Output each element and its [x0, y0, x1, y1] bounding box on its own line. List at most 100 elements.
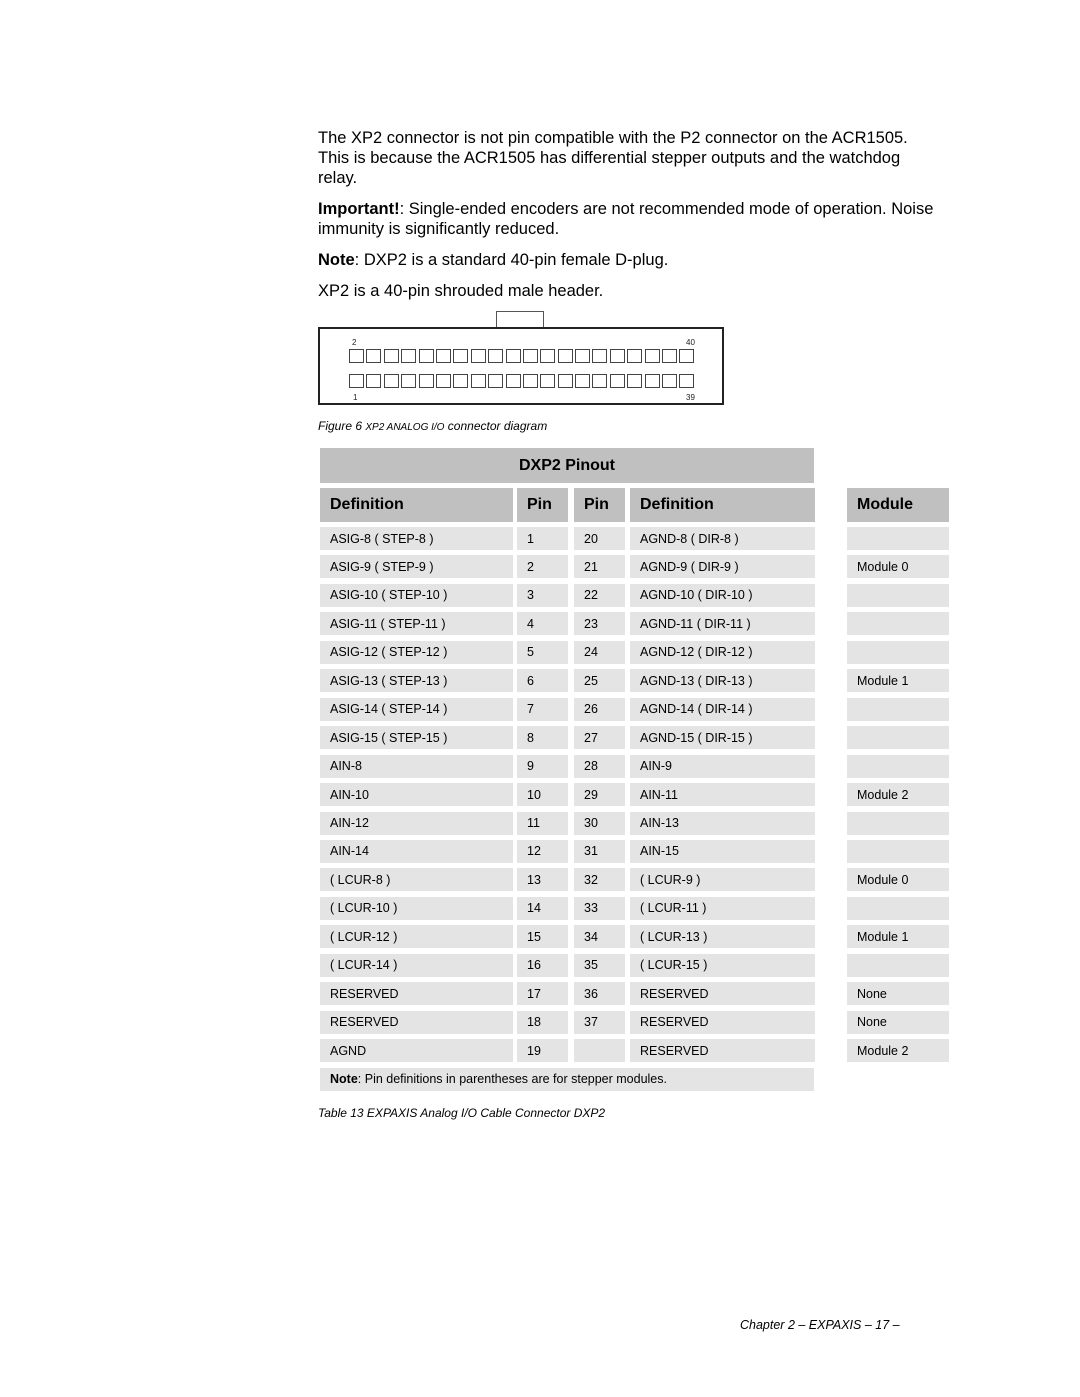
cell-pin-right: 33: [574, 896, 625, 920]
cell-module: Module 2: [847, 1039, 949, 1063]
connector-pin: [401, 349, 417, 363]
pin-row-odd: [349, 374, 695, 389]
paragraph-compatibility: The XP2 connector is not pin compatible …: [318, 129, 908, 187]
cell-definition-right: AGND-10 ( DIR-10 ): [630, 583, 815, 607]
cell-definition-right: RESERVED: [630, 1039, 815, 1063]
cell-module: [847, 839, 949, 863]
table-caption: Table 13 EXPAXIS Analog I/O Cable Connec…: [318, 1106, 606, 1120]
cell-pin-left: 18: [517, 1010, 568, 1034]
connector-pin: [383, 349, 399, 363]
connector-pin: [349, 349, 364, 363]
cell-pin-left: 1: [517, 527, 568, 550]
cell-definition-left: AIN-14: [320, 839, 513, 863]
connector-pin: [470, 349, 486, 363]
paragraph-header: XP2 is a 40-pin shrouded male header.: [318, 282, 604, 300]
cell-module: [847, 811, 949, 835]
pin-label-top-left: 2: [352, 338, 357, 347]
connector-pin: [505, 374, 521, 388]
cell-pin-left: 17: [517, 982, 568, 1006]
cell-definition-right: AGND-8 ( DIR-8 ): [630, 527, 815, 550]
cell-pin-left: 15: [517, 925, 568, 949]
header-definition-left: Definition: [320, 488, 513, 522]
pin-label-bottom-right: 39: [686, 393, 695, 402]
cell-module: Module 1: [847, 925, 949, 949]
cell-pin-right: 24: [574, 640, 625, 664]
cell-pin-right: 35: [574, 953, 625, 977]
cell-module: [847, 726, 949, 750]
cell-pin-left: 2: [517, 555, 568, 579]
connector-pin: [488, 349, 504, 363]
cell-module: Module 0: [847, 555, 949, 579]
cell-module: [847, 754, 949, 778]
connector-diagram: 2 40 1 39: [318, 327, 724, 405]
cell-pin-right: 37: [574, 1010, 625, 1034]
connector-pin: [575, 374, 591, 388]
important-text: : Single-ended encoders are not recommen…: [318, 200, 934, 238]
cell-definition-left: ASIG-9 ( STEP-9 ): [320, 555, 513, 579]
cell-module: [847, 697, 949, 721]
connector-pin: [418, 374, 434, 388]
note-label: Note: [318, 251, 355, 269]
cell-definition-right: AIN-9: [630, 754, 815, 778]
cell-definition-left: ASIG-14 ( STEP-14 ): [320, 697, 513, 721]
connector-pin: [366, 349, 382, 363]
connector-pin: [349, 374, 364, 388]
cell-definition-left: ASIG-8 ( STEP-8 ): [320, 527, 513, 550]
connector-pin: [644, 349, 660, 363]
cell-definition-left: ASIG-10 ( STEP-10 ): [320, 583, 513, 607]
cell-pin-right: 20: [574, 527, 625, 550]
cell-definition-left: AGND: [320, 1039, 513, 1063]
cell-definition-right: RESERVED: [630, 1010, 815, 1034]
connector-pin: [453, 374, 469, 388]
cell-module: [847, 896, 949, 920]
connector-pin: [470, 374, 486, 388]
connector-pin: [592, 349, 608, 363]
cell-definition-left: ( LCUR-8 ): [320, 868, 513, 892]
cell-pin-left: 6: [517, 669, 568, 693]
connector-pin: [592, 374, 608, 388]
cell-module: [847, 583, 949, 607]
connector-pin: [383, 374, 399, 388]
cell-definition-left: RESERVED: [320, 982, 513, 1006]
connector-pin: [366, 374, 382, 388]
connector-pin: [644, 374, 660, 388]
cell-module: Module 1: [847, 669, 949, 693]
cell-pin-right: 28: [574, 754, 625, 778]
table-note-text: : Pin definitions in parentheses are for…: [357, 1072, 667, 1087]
cell-pin-left: 7: [517, 697, 568, 721]
cell-pin-right: 36: [574, 982, 625, 1006]
important-label: Important!: [318, 200, 400, 218]
connector-pin: [609, 349, 625, 363]
cell-pin-right: 34: [574, 925, 625, 949]
connector-pin: [522, 349, 538, 363]
cell-definition-right: AIN-13: [630, 811, 815, 835]
connector-pin: [488, 374, 504, 388]
connector-pin: [540, 349, 556, 363]
cell-definition-left: RESERVED: [320, 1010, 513, 1034]
header-pin-right: Pin: [574, 488, 625, 522]
cell-definition-right: ( LCUR-11 ): [630, 896, 815, 920]
cell-definition-right: ( LCUR-13 ): [630, 925, 815, 949]
cell-definition-left: ASIG-12 ( STEP-12 ): [320, 640, 513, 664]
cell-definition-right: RESERVED: [630, 982, 815, 1006]
cell-pin-right: 29: [574, 783, 625, 807]
cell-pin-left: 9: [517, 754, 568, 778]
cell-module: Module 2: [847, 783, 949, 807]
cell-pin-left: 11: [517, 811, 568, 835]
cell-definition-left: AIN-10: [320, 783, 513, 807]
connector-pin: [505, 349, 521, 363]
figure-caption-prefix: Figure 6: [318, 419, 366, 433]
page-footer: Chapter 2 – EXPAXIS – 17 –: [740, 1318, 900, 1332]
cell-definition-right: AGND-14 ( DIR-14 ): [630, 697, 815, 721]
cell-pin-right: 30: [574, 811, 625, 835]
paragraph-note: Note: DXP2 is a standard 40-pin female D…: [318, 250, 938, 270]
cell-definition-left: ASIG-15 ( STEP-15 ): [320, 726, 513, 750]
pin-label-top-right: 40: [686, 338, 695, 347]
cell-module: [847, 953, 949, 977]
cell-module: [847, 612, 949, 636]
table-note-label: Note: [330, 1072, 358, 1087]
figure-caption-suffix: connector diagram: [444, 419, 548, 433]
note-text: : DXP2 is a standard 40-pin female D-plu…: [354, 251, 669, 269]
cell-pin-left: 8: [517, 726, 568, 750]
cell-definition-left: AIN-8: [320, 754, 513, 778]
